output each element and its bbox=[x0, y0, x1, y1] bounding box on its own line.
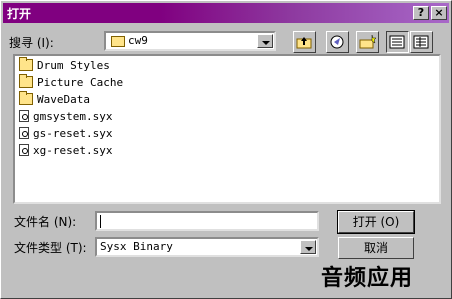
file-name: gmsystem.syx bbox=[33, 109, 113, 123]
up-folder-button[interactable] bbox=[293, 31, 316, 53]
file-name: Drum Styles bbox=[37, 58, 110, 72]
filename-label: 文件名 (N): bbox=[14, 215, 77, 229]
text-cursor bbox=[100, 215, 101, 228]
filetype-value: Sysx Binary bbox=[100, 240, 173, 253]
chevron-down-icon[interactable] bbox=[300, 240, 316, 254]
chevron-down-icon[interactable] bbox=[257, 34, 273, 48]
up-folder-icon bbox=[296, 37, 312, 49]
title-bar[interactable]: 打开 ? × bbox=[3, 3, 449, 23]
new-folder-button[interactable] bbox=[356, 31, 379, 53]
folder-icon bbox=[19, 74, 33, 88]
file-name: Picture Cache bbox=[37, 75, 124, 89]
desktop-button[interactable] bbox=[326, 31, 349, 53]
folder-icon bbox=[19, 57, 33, 71]
watermark: 音频应用 bbox=[321, 266, 414, 291]
list-view-button[interactable] bbox=[386, 31, 409, 53]
lookin-label: 搜寻 (I): bbox=[9, 36, 54, 50]
close-button[interactable]: × bbox=[431, 6, 447, 20]
list-item[interactable]: Drum Styles bbox=[19, 57, 110, 73]
file-list[interactable]: Drum Styles Picture Cache WaveData gmsys… bbox=[13, 54, 441, 204]
sysx-file-icon bbox=[19, 144, 29, 156]
sysx-file-icon bbox=[19, 127, 29, 139]
list-view-icon bbox=[389, 35, 405, 49]
details-view-icon bbox=[413, 35, 429, 49]
list-item[interactable]: WaveData bbox=[19, 91, 90, 107]
open-button[interactable]: 打开 (O) bbox=[337, 210, 415, 234]
open-dialog: 打开 ? × 搜寻 (I): cw9 Drum Styles Picture C… bbox=[0, 0, 452, 299]
list-item[interactable]: gs-reset.syx bbox=[19, 125, 112, 141]
new-folder-icon bbox=[359, 34, 377, 49]
list-item[interactable]: xg-reset.syx bbox=[19, 142, 112, 158]
desktop-icon bbox=[330, 35, 344, 49]
filetype-label: 文件类型 (T): bbox=[14, 241, 87, 255]
file-name: gs-reset.syx bbox=[33, 126, 113, 140]
filename-input[interactable] bbox=[95, 211, 319, 231]
filetype-select[interactable]: Sysx Binary bbox=[95, 237, 319, 257]
sysx-file-icon bbox=[19, 110, 29, 122]
file-name: WaveData bbox=[37, 92, 90, 106]
lookin-value: cw9 bbox=[128, 34, 148, 47]
cancel-button[interactable]: 取消 bbox=[338, 237, 414, 259]
list-item[interactable]: gmsystem.syx bbox=[19, 108, 112, 124]
details-view-button[interactable] bbox=[410, 31, 433, 53]
file-name: xg-reset.syx bbox=[33, 143, 113, 157]
lookin-combo[interactable]: cw9 bbox=[104, 31, 276, 51]
folder-icon bbox=[19, 91, 33, 105]
help-button[interactable]: ? bbox=[413, 6, 429, 20]
list-item[interactable]: Picture Cache bbox=[19, 74, 123, 90]
folder-icon bbox=[111, 36, 125, 47]
window-title: 打开 bbox=[7, 7, 32, 21]
